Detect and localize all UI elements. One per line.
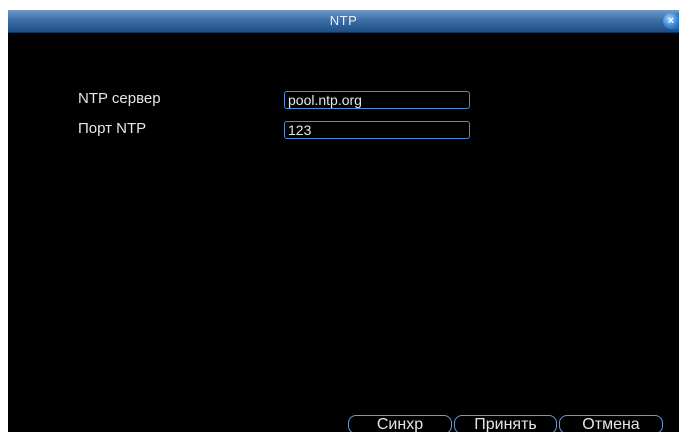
window-title: NTP — [329, 13, 358, 28]
title-bar: NTP × — [8, 10, 679, 33]
close-icon: × — [667, 15, 675, 27]
apply-button[interactable]: Принять — [454, 415, 557, 432]
close-button[interactable]: × — [663, 13, 679, 29]
ntp-dialog: NTP × NTP сервер pool.ntp.org Порт NTP 1… — [8, 10, 679, 432]
ntp-port-input[interactable]: 123 — [284, 121, 470, 139]
ntp-port-label: Порт NTP — [78, 120, 147, 137]
ntp-server-label: NTP сервер — [78, 90, 161, 107]
cancel-button[interactable]: Отмена — [559, 415, 663, 432]
sync-button[interactable]: Синхр — [348, 415, 452, 432]
ntp-server-input[interactable]: pool.ntp.org — [284, 91, 470, 109]
